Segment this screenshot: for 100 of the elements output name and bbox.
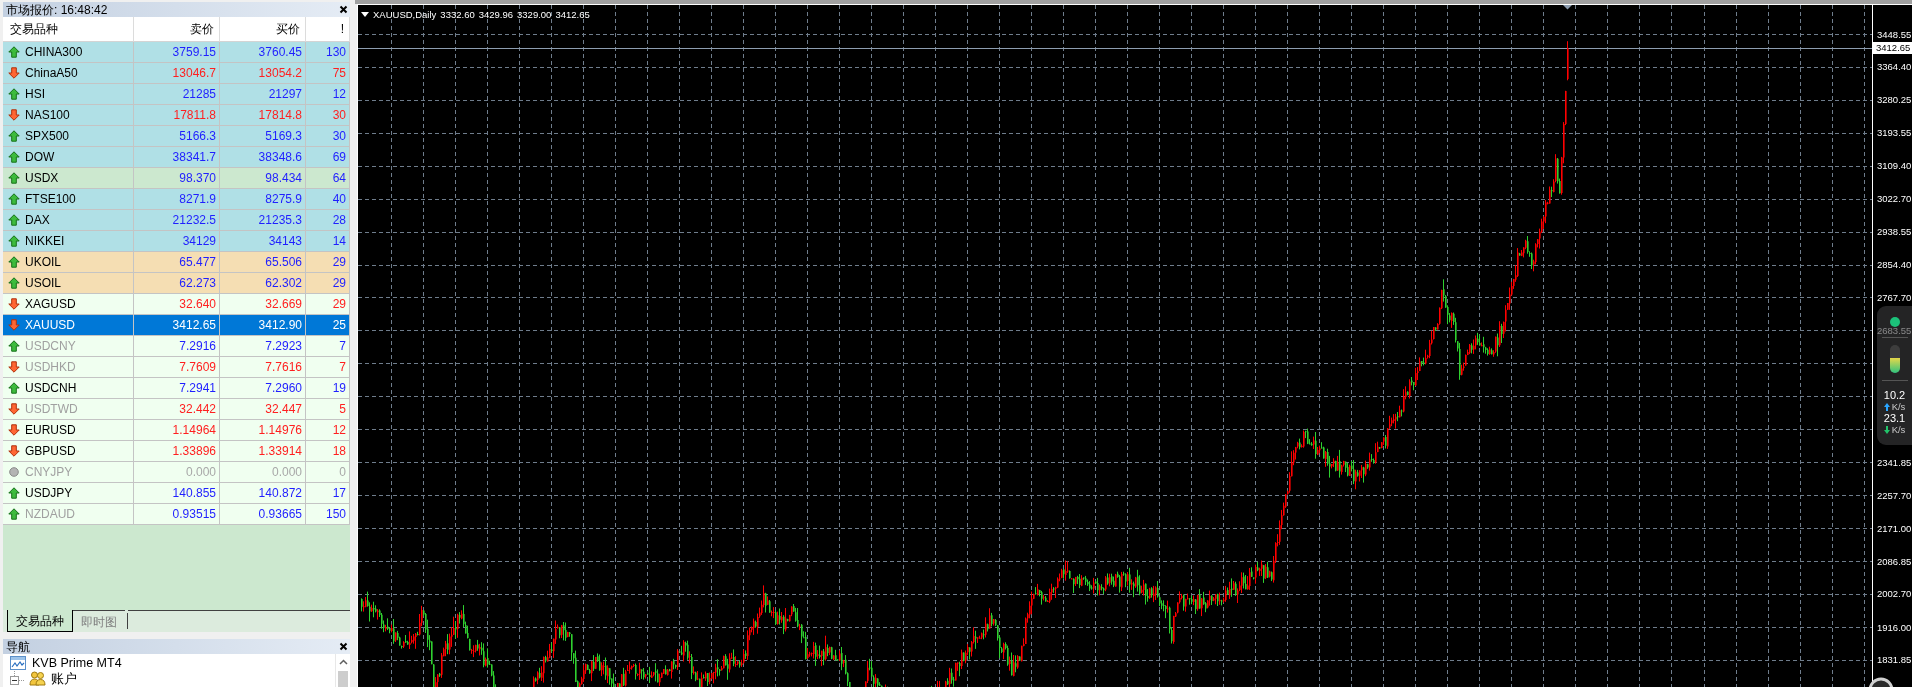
quote-row[interactable]: FTSE100 8271.9 8275.9 40 xyxy=(3,189,350,210)
close-icon[interactable] xyxy=(339,642,348,651)
up-arrow-icon xyxy=(8,193,20,205)
symbol-name: ChinaA50 xyxy=(25,65,78,81)
symbol-name: USOIL xyxy=(25,275,61,291)
quote-row[interactable]: HSI 21285 21297 12 xyxy=(3,84,350,105)
column-header[interactable]: 交易品种 xyxy=(3,17,134,42)
bid-price: 13046.7 xyxy=(172,65,216,81)
bid-price: 1.33896 xyxy=(172,443,216,459)
quote-row[interactable]: UKOIL 65.477 65.506 29 xyxy=(3,252,350,273)
quote-row[interactable]: SPX500 5166.3 5169.3 30 xyxy=(3,126,350,147)
symbol-name: NIKKEI xyxy=(25,233,65,249)
price-label: 3364.40 xyxy=(1877,61,1912,72)
tab[interactable]: 交易品种 xyxy=(7,610,73,632)
symbol-name: USDJPY xyxy=(25,485,73,501)
close-icon[interactable] xyxy=(339,5,348,14)
up-arrow-icon xyxy=(8,235,20,247)
spread-value: 7 xyxy=(339,338,346,354)
bid-price: 140.855 xyxy=(172,485,216,501)
ask-price: 21297 xyxy=(268,86,302,102)
symbol-name: HSI xyxy=(25,86,45,102)
quote-row[interactable]: XAUUSD 3412.65 3412.90 25 xyxy=(3,315,350,336)
column-header[interactable]: ! xyxy=(306,17,350,42)
quote-row[interactable]: DAX 21232.5 21235.3 28 xyxy=(3,210,350,231)
ask-price: 0.000 xyxy=(271,464,302,480)
chevron-up-icon xyxy=(338,659,348,665)
quote-row[interactable]: ChinaA50 13046.7 13054.2 75 xyxy=(3,63,350,84)
speed-unit: K/s xyxy=(1891,401,1906,412)
symbol-name: NZDAUD xyxy=(25,506,75,522)
minus-box-icon[interactable] xyxy=(10,671,24,686)
up-arrow-icon xyxy=(1883,402,1890,411)
spread-value: 12 xyxy=(332,86,346,102)
price-label: 2171.00 xyxy=(1877,523,1912,534)
price-label: 3280.25 xyxy=(1877,93,1912,105)
ask-price: 34143 xyxy=(268,233,302,249)
quote-row[interactable]: NIKKEI 34129 34143 14 xyxy=(3,231,350,252)
bid-price: 32.442 xyxy=(179,401,216,417)
ask-price: 32.447 xyxy=(265,401,302,417)
spread-value: 75 xyxy=(332,65,346,81)
scrollbar-thumb[interactable] xyxy=(338,671,348,687)
price-value: 3412.65 xyxy=(555,9,590,20)
spread-value: 40 xyxy=(332,191,346,207)
tree-item[interactable]: KVB Prime MT4 xyxy=(32,655,122,670)
quote-row[interactable]: USDX 98.370 98.434 64 xyxy=(3,168,350,189)
bid-price: 62.273 xyxy=(179,275,216,291)
column-header[interactable]: 卖价 xyxy=(134,17,220,42)
ask-price: 7.7616 xyxy=(265,359,302,375)
price-value: 3429.96 xyxy=(478,9,514,20)
symbol-name: GBPUSD xyxy=(25,443,76,459)
quote-row[interactable]: USDCNH 7.2941 7.2960 19 xyxy=(3,378,350,399)
spread-value: 17 xyxy=(332,485,346,501)
spread-value: 14 xyxy=(332,233,346,249)
bid-price: 32.640 xyxy=(179,296,216,312)
ask-price: 7.2923 xyxy=(265,338,302,354)
price-label: 2257.70 xyxy=(1877,489,1912,501)
price-label: 3022.70 xyxy=(1877,193,1912,205)
spread-value: 5 xyxy=(339,401,346,417)
down-arrow-icon xyxy=(1883,425,1890,434)
ask-price: 8275.9 xyxy=(265,191,302,207)
ask-price: 32.669 xyxy=(265,296,302,312)
down-arrow-icon xyxy=(8,424,20,436)
symbol-name: USDX xyxy=(25,170,59,186)
quote-row[interactable]: EURUSD 1.14964 1.14976 12 xyxy=(3,420,350,441)
bid-price: 0.000 xyxy=(185,464,216,480)
down-arrow-icon xyxy=(8,109,20,121)
quote-row[interactable]: USOIL 62.273 62.302 29 xyxy=(3,273,350,294)
quote-row[interactable]: CHINA300 3759.15 3760.45 130 xyxy=(3,42,350,63)
price-label: 2767.70 xyxy=(1877,292,1912,303)
bid-price: 38341.7 xyxy=(172,149,216,165)
symbol-name: XAUUSD xyxy=(25,317,75,333)
symbol-name: USDHKD xyxy=(25,359,76,375)
down-triangle-icon[interactable] xyxy=(361,12,369,17)
ring-icon xyxy=(1868,677,1894,687)
down-arrow-icon xyxy=(8,361,20,373)
ask-price: 17814.8 xyxy=(258,107,302,123)
ask-price: 3760.45 xyxy=(258,44,302,60)
speed-unit: K/s xyxy=(1891,424,1906,435)
tree-item[interactable]: 账户 xyxy=(51,671,77,686)
spread-value: 19 xyxy=(332,380,346,396)
users-icon xyxy=(29,671,46,686)
column-header[interactable]: 买价 xyxy=(220,17,306,42)
upload-speed: 10.2 xyxy=(1883,389,1906,401)
up-arrow-icon xyxy=(8,46,20,58)
quote-row[interactable]: USDJPY 140.855 140.872 17 xyxy=(3,483,350,504)
spread-value: 150 xyxy=(325,506,346,522)
ask-price: 1.33914 xyxy=(258,443,302,459)
quote-row[interactable]: DOW 38341.7 38348.6 69 xyxy=(3,147,350,168)
price-label: 2086.85 xyxy=(1877,555,1912,567)
symbol-name: EURUSD xyxy=(25,422,76,438)
quote-row[interactable]: XAGUSD 32.640 32.669 29 xyxy=(3,294,350,315)
quote-row[interactable]: GBPUSD 1.33896 1.33914 18 xyxy=(3,441,350,462)
price-label: 3448.55 xyxy=(1877,28,1912,40)
ask-price: 98.434 xyxy=(265,170,302,186)
ask-price: 5169.3 xyxy=(265,128,302,144)
price-label: 3193.55 xyxy=(1877,127,1912,139)
spread-value: 64 xyxy=(332,170,346,186)
down-arrow-icon xyxy=(8,445,20,457)
quote-row[interactable]: NAS100 17811.8 17814.8 30 xyxy=(3,105,350,126)
symbol-name: DAX xyxy=(25,212,50,228)
bid-price: 1.14964 xyxy=(172,422,216,438)
